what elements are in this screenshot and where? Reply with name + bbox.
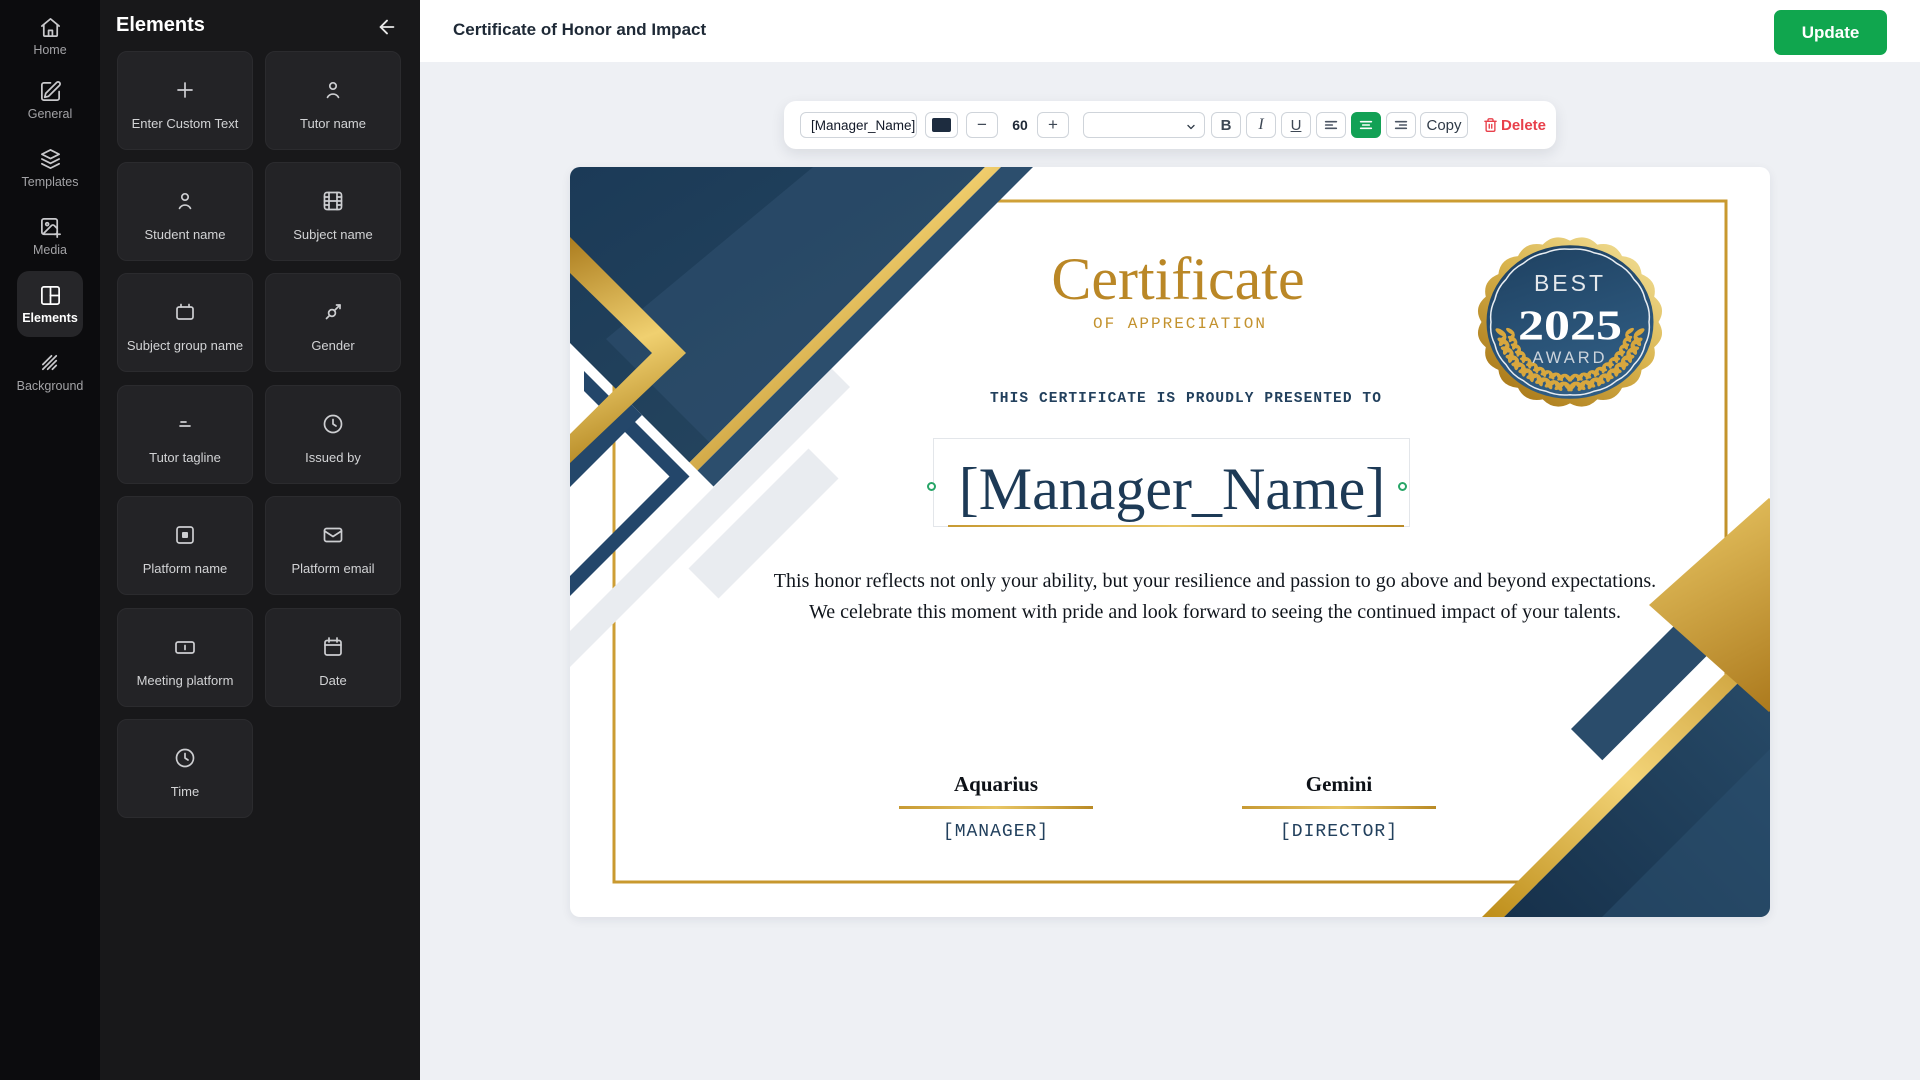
svg-text:AWARD: AWARD (1532, 349, 1607, 367)
